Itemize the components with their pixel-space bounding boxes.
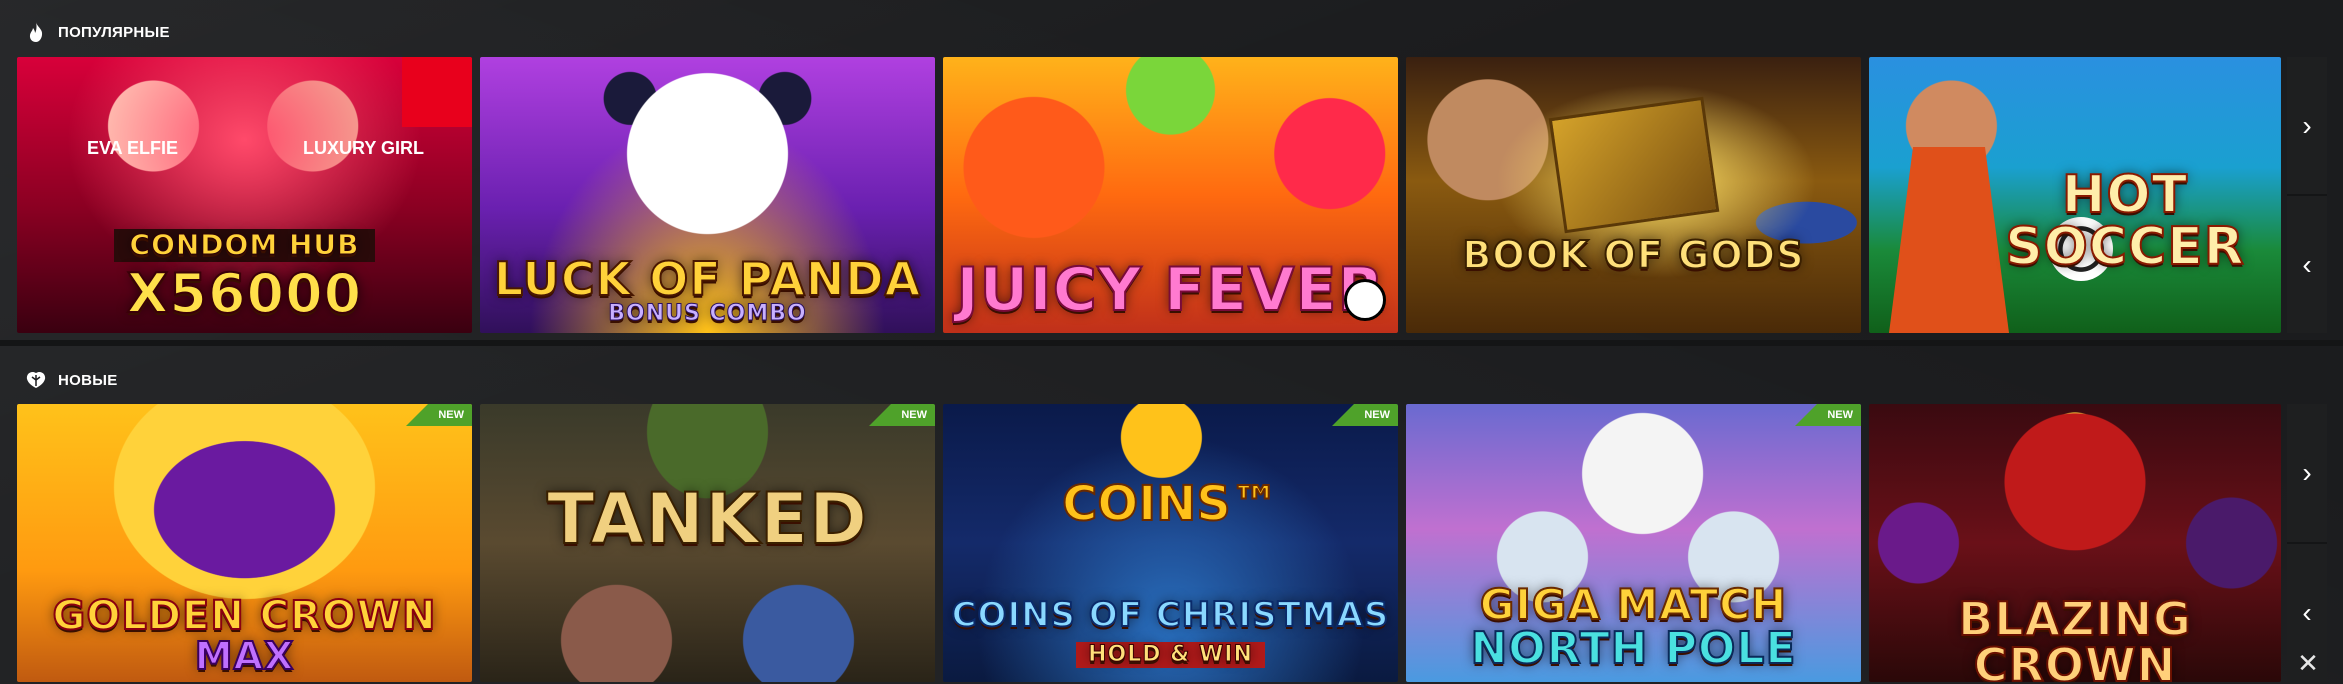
- game-title-main: BLAZING CROWN: [1957, 592, 2192, 682]
- character-label: LUXURY GIRL: [302, 138, 424, 158]
- game-tile[interactable]: BOOK OF GODS: [1406, 57, 1861, 333]
- game-subtitle: NORTH POLE: [1469, 623, 1797, 675]
- game-tile[interactable]: NEW GIGA MATCH NORTH POLE: [1406, 404, 1861, 682]
- game-title-main: BOOK OF GODS: [1461, 233, 1805, 278]
- carousel-next-button[interactable]: ›: [2287, 404, 2327, 542]
- games-carousel: NEW GOLDEN CROWN MAX NEW TANKED NEW COIN…: [17, 404, 2287, 682]
- chevron-right-icon: ›: [2302, 109, 2312, 141]
- book-artwork: [1548, 96, 1720, 234]
- game-tile[interactable]: HOT SOCCER: [1869, 57, 2281, 333]
- game-tile[interactable]: JUICY FEVER: [943, 57, 1398, 333]
- game-title: CONDOM HUB X56000: [17, 208, 472, 322]
- carousel-nav: › ‹: [2287, 57, 2327, 333]
- game-title: COINS OF CHRISTMAS HOLD & WIN: [943, 594, 1398, 668]
- game-title-main: COINS OF CHRISTMAS: [951, 594, 1390, 635]
- carousel-next-button[interactable]: ›: [2287, 57, 2327, 194]
- section-title[interactable]: ПОПУЛЯРНЫЕ: [58, 24, 170, 41]
- game-title: JUICY FEVER: [943, 259, 1398, 321]
- game-title: HOT SOCCER: [1969, 168, 2281, 274]
- game-title-main: HOT SOCCER: [2004, 165, 2245, 277]
- close-button[interactable]: ✕: [2293, 648, 2323, 678]
- section-popular: ПОПУЛЯРНЫЕ EVA ELFIE LUXURY GIRL CONDOM …: [0, 0, 2343, 340]
- carousel-prev-button[interactable]: ‹: [2287, 194, 2327, 333]
- game-tile[interactable]: NEW GOLDEN CROWN MAX: [17, 404, 472, 682]
- games-carousel: EVA ELFIE LUXURY GIRL CONDOM HUB X56000 …: [17, 57, 2287, 333]
- game-subtitle: MAX: [194, 634, 295, 679]
- game-subtitle: HOLD & WIN: [1076, 641, 1265, 668]
- section-header-popular: ПОПУЛЯРНЫЕ: [26, 20, 170, 44]
- game-tile[interactable]: LUCK OF PANDA BONUS COMBO: [480, 57, 935, 333]
- fire-icon: [26, 21, 46, 43]
- close-icon: ✕: [2297, 647, 2319, 678]
- game-title: GIGA MATCH NORTH POLE: [1406, 582, 1861, 675]
- game-title-top: COINS™: [1061, 475, 1280, 533]
- game-tile[interactable]: BLAZING CROWN: [1869, 404, 2281, 682]
- game-tile[interactable]: NEW TANKED: [480, 404, 935, 682]
- game-title: TANKED: [480, 482, 935, 555]
- section-title[interactable]: НОВЫЕ: [58, 372, 118, 389]
- game-title-top: CONDOM HUB: [113, 229, 376, 262]
- game-tile[interactable]: EVA ELFIE LUXURY GIRL CONDOM HUB X56000: [17, 57, 472, 333]
- game-title-main: TANKED: [546, 478, 869, 560]
- section-new: НОВЫЕ NEW GOLDEN CROWN MAX NEW TANKED NE…: [0, 346, 2343, 684]
- character-label: EVA ELFIE: [87, 138, 179, 158]
- chevron-right-icon: ›: [2302, 457, 2312, 488]
- game-title-main: GOLDEN CROWN: [51, 593, 437, 640]
- game-tile[interactable]: NEW COINS™ COINS OF CHRISTMAS HOLD & WIN: [943, 404, 1398, 682]
- leaf-icon: [26, 369, 46, 391]
- game-title-main: X56000: [126, 261, 363, 325]
- game-title: BOOK OF GODS: [1406, 233, 1861, 278]
- chevron-left-icon: ‹: [2302, 597, 2312, 628]
- section-header-new: НОВЫЕ: [26, 368, 118, 392]
- provider-logo: [1344, 279, 1386, 321]
- game-title: LUCK OF PANDA BONUS COMBO: [480, 254, 935, 325]
- game-title: GOLDEN CROWN MAX: [17, 593, 472, 679]
- game-title-main: LUCK OF PANDA: [493, 251, 922, 306]
- game-title-main: GIGA MATCH: [1479, 580, 1788, 630]
- game-title-main: JUICY FEVER: [955, 255, 1385, 325]
- game-title: BLAZING CROWN: [1869, 595, 2281, 682]
- chevron-left-icon: ‹: [2302, 248, 2312, 280]
- games-lobby: ПОПУЛЯРНЫЕ EVA ELFIE LUXURY GIRL CONDOM …: [0, 0, 2343, 684]
- brand-corner-badge: [402, 57, 472, 127]
- carousel-nav: › ‹: [2287, 404, 2327, 682]
